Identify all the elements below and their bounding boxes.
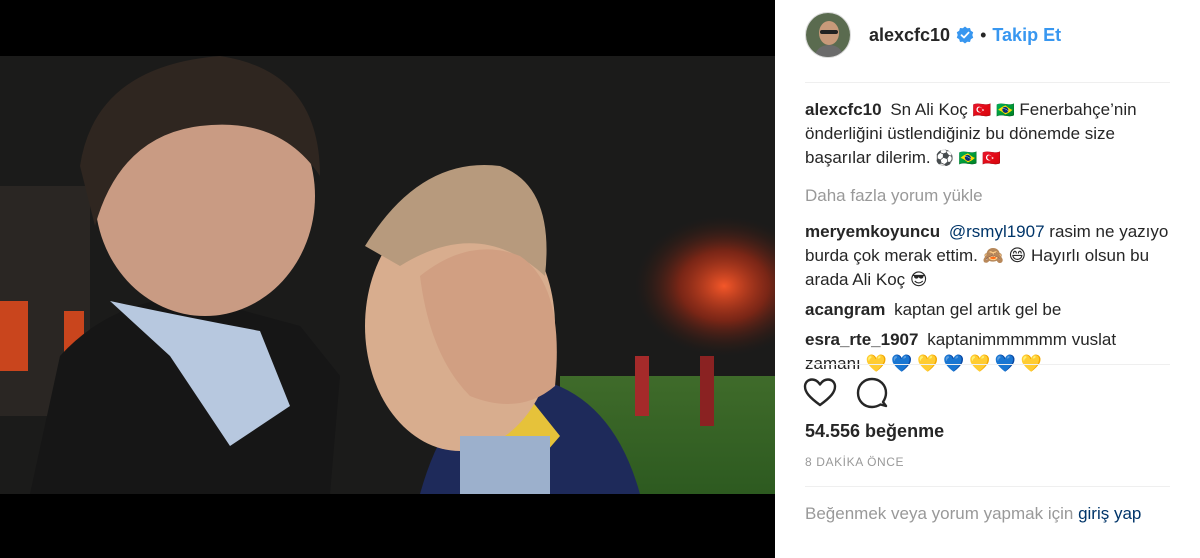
likes-count[interactable]: 54.556 beğenme (805, 421, 944, 442)
load-more-comments-button[interactable]: Daha fazla yorum yükle (805, 184, 1175, 208)
post-photo[interactable] (0, 56, 775, 494)
comment-mention[interactable]: @rsmyl1907 (949, 222, 1045, 241)
caption: alexcfc10 Sn Ali Koç 🇹🇷 🇧🇷 Fenerbahçe’ni… (805, 98, 1175, 170)
login-prompt-text: Beğenmek veya yorum yapmak için (805, 504, 1074, 523)
caption-emojis-2: ⚽ 🇧🇷 🇹🇷 (935, 149, 1001, 167)
comment-text: kaptan gel artık gel be (894, 300, 1062, 319)
login-prompt: Beğenmek veya yorum yapmak için giriş ya… (805, 502, 1165, 526)
header-divider (805, 82, 1170, 83)
caption-text-1: Sn Ali Koç (890, 100, 968, 119)
actions-divider (805, 364, 1170, 365)
caption-emojis-1: 🇹🇷 🇧🇷 (972, 101, 1015, 119)
login-link[interactable]: giriş yap (1078, 504, 1141, 523)
footer-divider (805, 486, 1170, 487)
header-separator: • (980, 24, 987, 45)
comment-username[interactable]: meryemkoyuncu (805, 222, 940, 241)
post-timestamp: 8 DAKİKA ÖNCE (805, 455, 905, 469)
post-header: alexcfc10 • Takip Et (805, 6, 1170, 64)
post-media-panel (0, 0, 775, 558)
post-details-panel: alexcfc10 • Takip Et alexcfc10 Sn Ali Ko… (775, 0, 1200, 558)
comment-username[interactable]: esra_rte_1907 (805, 330, 918, 349)
profile-avatar[interactable] (805, 12, 851, 58)
like-heart-icon[interactable] (803, 376, 837, 410)
caption-username[interactable]: alexcfc10 (805, 100, 882, 119)
comment-item: acangram kaptan gel artık gel be (805, 298, 1175, 322)
post-photo-illustration (0, 56, 775, 494)
comment-bubble-icon[interactable] (855, 376, 889, 410)
comment-item: meryemkoyuncu @rsmyl1907 rasim ne yazıyo… (805, 220, 1175, 292)
comments-section: alexcfc10 Sn Ali Koç 🇹🇷 🇧🇷 Fenerbahçe’ni… (805, 98, 1175, 382)
verified-badge-icon (956, 26, 974, 44)
post-actions (803, 376, 889, 410)
comment-username[interactable]: acangram (805, 300, 885, 319)
header-username[interactable]: alexcfc10 (869, 25, 950, 46)
follow-button[interactable]: Takip Et (992, 25, 1061, 46)
comment-item: esra_rte_1907 kaptanimmmmmm vuslat zaman… (805, 328, 1175, 376)
